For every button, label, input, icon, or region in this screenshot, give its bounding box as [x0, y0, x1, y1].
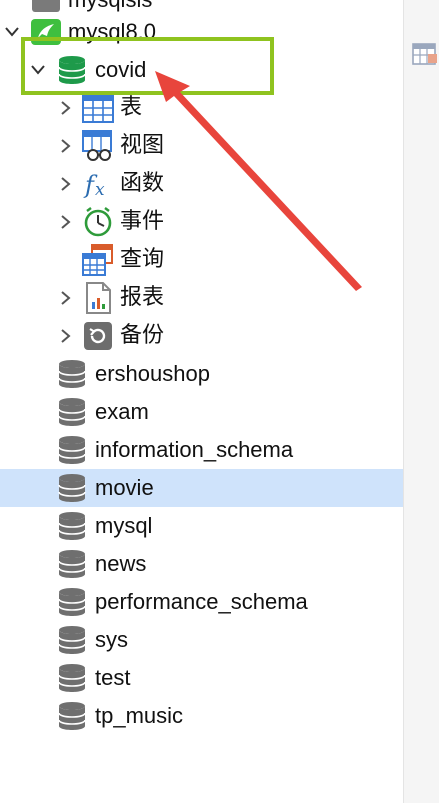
navigator-tree: mysqlsis mysql8.0 covid — [0, 0, 403, 803]
object-pane — [403, 0, 439, 803]
annotation-arrow — [155, 71, 362, 291]
table-icon[interactable] — [412, 40, 438, 66]
